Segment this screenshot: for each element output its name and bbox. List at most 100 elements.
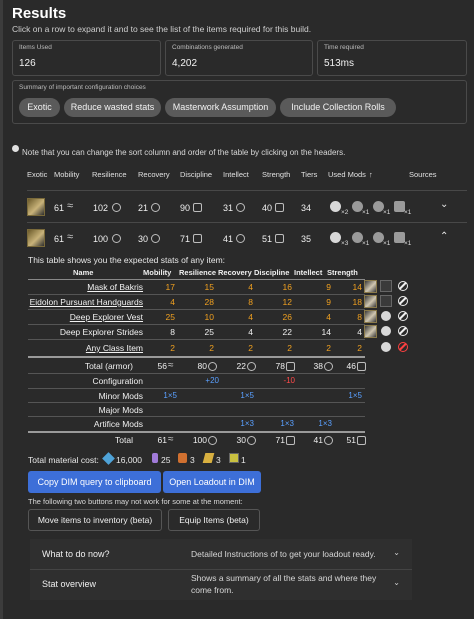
copy-dim-query-button[interactable]: Copy DIM query to clipboard	[28, 471, 161, 493]
cell: +20	[205, 376, 219, 385]
col-discipline[interactable]: Discipline	[180, 170, 212, 179]
cell: 18	[352, 297, 362, 307]
cell: 80	[197, 361, 207, 371]
intellect-icon	[324, 436, 333, 445]
mod-count: ×1	[404, 240, 412, 247]
combinations-value: 4,202	[172, 58, 198, 69]
item-any-class-item[interactable]: Any Class Item	[86, 343, 143, 353]
info-icon	[12, 145, 19, 152]
cell: 71	[275, 435, 285, 445]
detail-col-recovery: Recovery	[218, 268, 252, 277]
cell: 25	[204, 327, 214, 337]
sort-note: Note that you can change the sort column…	[22, 148, 346, 157]
accordion-stat-overview[interactable]: Stat overview Shows a summary of all the…	[30, 570, 412, 600]
expand-chevron-icon[interactable]: ⌄	[440, 199, 448, 210]
ban-icon[interactable]	[398, 296, 408, 306]
exotic-thumb	[27, 198, 45, 216]
discipline-icon	[286, 362, 295, 371]
cell: 46	[346, 361, 356, 371]
row2-strength: 51	[262, 234, 273, 244]
intellect-icon	[324, 362, 333, 371]
row1-tiers: 34	[301, 203, 312, 213]
collapse-chevron-icon[interactable]: ⌃	[440, 231, 448, 242]
accordion-title: Stat overview	[42, 579, 97, 589]
chip-exotic[interactable]: Exotic	[19, 98, 60, 117]
open-loadout-dim-button[interactable]: Open Loadout in DIM	[163, 471, 261, 493]
row1-strength: 40	[262, 203, 273, 213]
chip-include-collection-rolls[interactable]: Include Collection Rolls	[280, 98, 396, 117]
row1-mobility: 61	[54, 203, 65, 213]
total-armor-label: Total (armor)	[84, 361, 133, 371]
col-used-mods[interactable]: Used Mods	[328, 170, 366, 179]
discipline-icon	[193, 234, 202, 243]
time-label: Time required	[324, 44, 364, 51]
mod-count: ×1	[383, 240, 391, 247]
mod-count: ×1	[362, 240, 370, 247]
intellect-icon	[236, 203, 245, 212]
col-sources[interactable]: Sources	[409, 170, 437, 179]
col-strength[interactable]: Strength	[262, 170, 290, 179]
cell: 2	[287, 343, 292, 353]
cell: 1×5	[163, 391, 177, 400]
left-edge	[0, 0, 3, 619]
detail-col-mobility: Mobility	[143, 268, 172, 277]
recovery-icon	[247, 436, 256, 445]
cell: 4	[170, 297, 175, 307]
ban-red-icon[interactable]	[398, 342, 408, 352]
strength-icon	[357, 436, 366, 445]
col-tiers[interactable]: Tiers	[301, 170, 317, 179]
cell: 25	[165, 312, 175, 322]
col-recovery[interactable]: Recovery	[138, 170, 170, 179]
divider	[28, 402, 365, 403]
cell: 1×3	[280, 419, 294, 428]
chip-masterwork-assumption[interactable]: Masterwork Assumption	[165, 98, 276, 117]
item-deep-explorer-strides[interactable]: Deep Explorer Strides	[60, 327, 143, 337]
divider	[28, 309, 365, 310]
mod-icon	[330, 232, 341, 243]
cell: 2	[170, 343, 175, 353]
equip-items-button[interactable]: Equip Items (beta)	[168, 509, 260, 531]
cell: 4	[248, 327, 253, 337]
col-exotic[interactable]: Exotic	[27, 170, 47, 179]
cell: 2	[326, 343, 331, 353]
divider	[28, 356, 365, 358]
strength-icon	[275, 234, 284, 243]
mod-count: ×3	[341, 240, 349, 247]
ban-icon[interactable]	[398, 311, 408, 321]
row2-tiers: 35	[301, 234, 312, 244]
move-items-button[interactable]: Move items to inventory (beta)	[28, 509, 162, 531]
empty-slot-icon	[380, 280, 392, 292]
mobility-icon: ≈	[168, 434, 174, 445]
combinations-box: Combinations generated 4,202	[165, 40, 313, 76]
cell: 41	[313, 435, 323, 445]
resilience-icon	[208, 436, 217, 445]
cell: 12	[282, 297, 292, 307]
item-mask-of-bakris[interactable]: Mask of Bakris	[87, 282, 143, 292]
strength-icon	[275, 203, 284, 212]
cell: 9	[326, 297, 331, 307]
item-icon	[364, 325, 377, 338]
cell: 38	[313, 361, 323, 371]
row1-resilience: 102	[93, 203, 109, 213]
cell: 8	[248, 297, 253, 307]
item-eidolon-pursuant-handguards[interactable]: Eidolon Pursuant Handguards	[30, 297, 143, 307]
item-deep-explorer-vest[interactable]: Deep Explorer Vest	[70, 312, 143, 322]
accordion-desc: Detailed Instructions of to get your loa…	[191, 549, 376, 559]
recovery-icon	[151, 203, 160, 212]
chip-reduce-wasted-stats[interactable]: Reduce wasted stats	[64, 98, 161, 117]
cell: 14	[352, 282, 362, 292]
accordion-title: What to do now?	[42, 549, 110, 559]
divider	[28, 294, 365, 295]
ban-icon[interactable]	[398, 326, 408, 336]
ascendant-shard-icon	[229, 453, 239, 463]
col-intellect[interactable]: Intellect	[223, 170, 249, 179]
sort-arrow-icon: ↑	[369, 170, 373, 179]
mobility-icon: ≈	[67, 200, 74, 212]
col-mobility[interactable]: Mobility	[54, 170, 79, 179]
ban-icon[interactable]	[398, 281, 408, 291]
col-resilience[interactable]: Resilience	[92, 170, 127, 179]
ascendant-cost: 1	[241, 455, 246, 465]
cell: 1×3	[240, 419, 254, 428]
accordion-what-to-do[interactable]: What to do now? Detailed Instructions of…	[30, 539, 412, 569]
items-used-value: 126	[19, 58, 36, 69]
